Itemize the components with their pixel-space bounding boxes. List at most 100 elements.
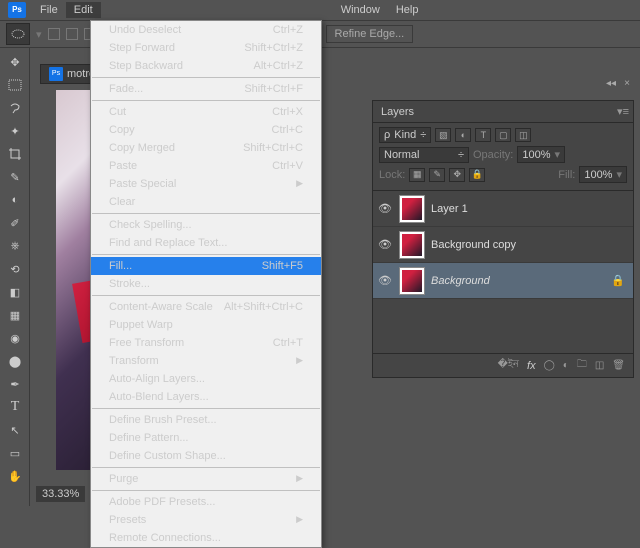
menu-bar: Ps File Edit Window Help [0,0,640,20]
zoom-level[interactable]: 33.33% [36,486,85,502]
fill-input[interactable]: 100% ▾ [579,166,627,183]
layer-filter-select[interactable]: ρ Kind ÷ [379,127,431,143]
layer-group-icon[interactable]: 🗀 [577,357,587,374]
new-layer-icon[interactable]: ◫ [595,360,604,371]
lock-pixels-icon[interactable]: ✎ [429,168,445,182]
menu-item-define-pattern[interactable]: Define Pattern... [91,429,321,447]
shape-tool-icon[interactable]: ▭ [3,442,27,464]
panel-title: Layers [381,106,414,118]
menu-edit[interactable]: Edit [66,2,101,18]
menu-item-transform[interactable]: Transform▶ [91,352,321,370]
panel-menu-icon[interactable]: ▾≡ [617,105,629,118]
history-brush-icon[interactable]: ⟲ [3,258,27,280]
marquee-tool-icon[interactable] [3,74,27,96]
layer-thumbnail[interactable] [399,231,425,259]
filter-shape-icon[interactable]: ▢ [495,128,511,142]
close-icon[interactable]: × [620,78,634,90]
layer-row[interactable]: 👁 Background copy [373,227,633,263]
menu-item-adobe-pdf-presets[interactable]: Adobe PDF Presets... [91,493,321,511]
blend-mode-select[interactable]: Normal ÷ [379,147,469,163]
menu-item-cut[interactable]: CutCtrl+X [91,103,321,121]
layer-fx-icon[interactable]: fx [527,360,536,372]
menu-item-paste[interactable]: PasteCtrl+V [91,157,321,175]
menu-item-puppet-warp[interactable]: Puppet Warp [91,316,321,334]
layer-mask-icon[interactable]: ◯ [544,360,555,371]
dodge-tool-icon[interactable]: ⬤ [3,350,27,372]
refine-edge-button[interactable]: Refine Edge... [326,25,414,43]
adjustment-layer-icon[interactable]: ◐ [563,360,569,371]
panel-collapse-controls: ◂◂ × [604,78,634,90]
opacity-label: Opacity: [473,149,513,161]
menu-item-fade: Fade...Shift+Ctrl+F [91,80,321,98]
menu-item-paste-special[interactable]: Paste Special▶ [91,175,321,193]
blur-tool-icon[interactable]: ◉ [3,327,27,349]
layer-row[interactable]: 👁 Background 🔒 [373,263,633,299]
link-layers-icon[interactable]: �ইন [498,357,519,374]
wand-tool-icon[interactable]: ✦ [3,120,27,142]
file-type-icon: Ps [49,67,63,81]
lock-all-icon[interactable]: 🔒 [469,168,485,182]
menu-item-purge[interactable]: Purge▶ [91,470,321,488]
menu-item-free-transform[interactable]: Free TransformCtrl+T [91,334,321,352]
layer-row[interactable]: 👁 Layer 1 [373,191,633,227]
menu-item-fill[interactable]: Fill...Shift+F5 [91,257,321,275]
menu-item-content-aware-scale[interactable]: Content-Aware ScaleAlt+Shift+Ctrl+C [91,298,321,316]
visibility-icon[interactable]: 👁 [377,238,393,251]
collapse-icon[interactable]: ◂◂ [604,78,618,90]
menu-window[interactable]: Window [333,2,388,18]
hand-tool-icon[interactable]: ✋ [3,465,27,487]
visibility-icon[interactable]: 👁 [377,202,393,215]
edit-menu-dropdown: Undo DeselectCtrl+ZStep ForwardShift+Ctr… [90,20,322,548]
menu-item-step-forward[interactable]: Step ForwardShift+Ctrl+Z [91,39,321,57]
healing-tool-icon[interactable]: ◐ [3,189,27,211]
lasso-tool-icon[interactable] [3,97,27,119]
layers-panel: Layers ▾≡ ρ Kind ÷ ▧ ◐ T ▢ ◫ Normal ÷ Op… [372,100,634,378]
crop-tool-icon[interactable] [3,143,27,165]
pen-tool-icon[interactable]: ✒ [3,373,27,395]
lock-label: Lock: [379,169,405,181]
filter-adjust-icon[interactable]: ◐ [455,128,471,142]
menu-item-copy[interactable]: CopyCtrl+C [91,121,321,139]
menu-item-clear[interactable]: Clear [91,193,321,211]
fill-label: Fill: [558,169,575,181]
filter-pixel-icon[interactable]: ▧ [435,128,451,142]
delete-layer-icon[interactable]: 🗑 [612,360,625,371]
menu-item-undo-deselect[interactable]: Undo DeselectCtrl+Z [91,21,321,39]
menu-item-define-brush-preset[interactable]: Define Brush Preset... [91,411,321,429]
layer-name[interactable]: Background copy [431,239,633,251]
layer-thumbnail[interactable] [399,267,425,295]
path-tool-icon[interactable]: ↖ [3,419,27,441]
gradient-tool-icon[interactable]: ▦ [3,304,27,326]
layers-footer: �ইন fx ◯ ◐ 🗀 ◫ 🗑 [373,353,633,377]
filter-smart-icon[interactable]: ◫ [515,128,531,142]
layer-name[interactable]: Layer 1 [431,203,633,215]
menu-item-auto-blend-layers: Auto-Blend Layers... [91,388,321,406]
menu-help[interactable]: Help [388,2,427,18]
visibility-icon[interactable]: 👁 [377,274,393,287]
type-tool-icon[interactable]: T [3,396,27,418]
lock-transparency-icon[interactable]: ▦ [409,168,425,182]
menu-item-step-backward[interactable]: Step BackwardAlt+Ctrl+Z [91,57,321,75]
menu-item-stroke[interactable]: Stroke... [91,275,321,293]
menu-item-find-and-replace-text[interactable]: Find and Replace Text... [91,234,321,252]
app-logo: Ps [8,2,26,18]
lock-position-icon[interactable]: ✥ [449,168,465,182]
layer-name[interactable]: Background [431,275,605,287]
eraser-tool-icon[interactable]: ◧ [3,281,27,303]
menu-file[interactable]: File [32,2,66,18]
menu-item-auto-align-layers: Auto-Align Layers... [91,370,321,388]
layer-thumbnail[interactable] [399,195,425,223]
menu-item-check-spelling[interactable]: Check Spelling... [91,216,321,234]
eyedropper-tool-icon[interactable]: ✎ [3,166,27,188]
stamp-tool-icon[interactable]: ⎈ [3,235,27,257]
menu-item-copy-merged[interactable]: Copy MergedShift+Ctrl+C [91,139,321,157]
opacity-input[interactable]: 100% ▾ [517,146,565,163]
move-tool-icon[interactable]: ✥ [3,51,27,73]
filter-type-icon[interactable]: T [475,128,491,142]
active-tool-icon[interactable] [6,23,30,45]
lock-icon: 🔒 [611,274,633,287]
menu-item-define-custom-shape: Define Custom Shape... [91,447,321,465]
menu-item-remote-connections[interactable]: Remote Connections... [91,529,321,547]
brush-tool-icon[interactable]: ✐ [3,212,27,234]
menu-item-presets[interactable]: Presets▶ [91,511,321,529]
